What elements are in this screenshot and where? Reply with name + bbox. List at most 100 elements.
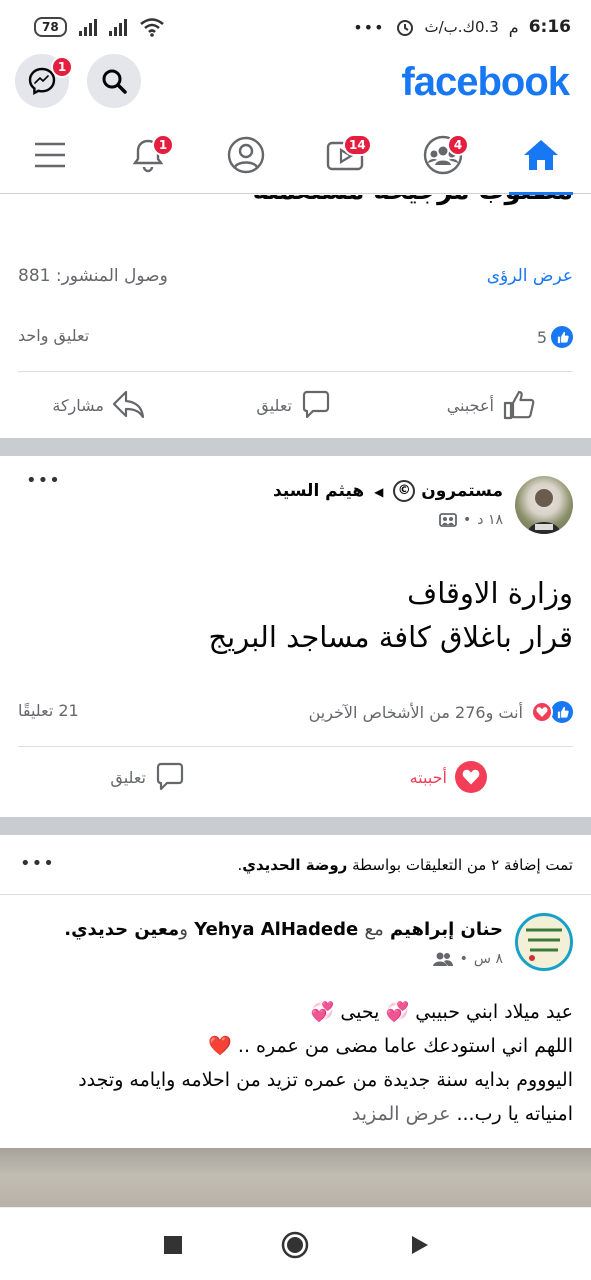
wifi-icon (139, 18, 164, 37)
tab-menu[interactable] (10, 116, 90, 194)
status-indicators: 78 (34, 17, 165, 37)
comment-icon (156, 762, 184, 791)
post-3-time[interactable]: ٨ س (474, 951, 503, 967)
reach-label: وصول المنشور: (55, 266, 168, 286)
like-reaction-icon (551, 701, 573, 723)
verified-icon: © (393, 480, 416, 502)
post-2-reactions[interactable]: أنت و276 من الأشخاص الآخرين (309, 701, 573, 723)
with-word: مع (364, 919, 384, 940)
loved-label: أحببته (409, 767, 447, 787)
groups-badge: 4 (447, 134, 469, 156)
post-3-author[interactable]: حنان إبراهيم (390, 919, 503, 940)
profile-icon (227, 136, 265, 174)
post-3-meta: ٨ س • (432, 951, 503, 967)
notifications-badge: 1 (152, 134, 174, 156)
share-button[interactable]: مشاركة (52, 389, 146, 421)
menu-icon (35, 142, 65, 168)
post-2-reactions-text: أنت و276 من الأشخاص الآخرين (308, 702, 523, 722)
see-more-link[interactable]: عرض المزيد (352, 1103, 451, 1125)
group-name[interactable]: مستمرون (421, 481, 503, 501)
search-button[interactable] (87, 54, 141, 108)
square-icon (164, 1236, 182, 1254)
post-2-avatar[interactable] (515, 476, 573, 534)
tab-watch[interactable]: 14 (305, 116, 385, 194)
tab-groups[interactable]: 4 (403, 116, 483, 194)
post-2: مستمرون © ◀ هيثم السيد ١٨ د • ••• وزارة … (0, 456, 591, 817)
insights-link[interactable]: عرض الرؤى (487, 266, 573, 286)
post-3-line-2: اللهم اني استودعك عاما مضى من عمره .. ❤️ (208, 1035, 573, 1057)
post-3-photo[interactable] (0, 1148, 591, 1207)
like-label: أعجبني (446, 395, 494, 415)
triangle-icon (412, 1236, 428, 1254)
post-3-line-3: اليوووم بدايه سنة جديدة من عمره تزيد من … (78, 1069, 573, 1091)
facebook-logo[interactable]: facebook (401, 60, 570, 105)
feed-divider (0, 438, 591, 456)
post-3-body: عيد ميلاد ابني حبيبي 💞 يحيى 💞 اللهم اني … (13, 995, 573, 1131)
post-2-more-button[interactable]: ••• (26, 470, 61, 491)
recents-button[interactable] (156, 1228, 190, 1262)
post-2-header: مستمرون © ◀ هيثم السيد (273, 480, 503, 502)
search-icon (102, 69, 127, 94)
comments-count[interactable]: تعليق واحد (18, 326, 89, 345)
added-by[interactable]: روضة الحديدي (242, 856, 347, 874)
tagged-user-2[interactable]: معين حديدي (71, 919, 179, 940)
love-reaction-icon (531, 701, 553, 723)
clock: 6:16 (528, 17, 571, 37)
post-2-line-2: قرار باغلاق كافة مساجد البريج (208, 620, 573, 654)
tab-profile[interactable] (206, 116, 286, 194)
tab-notifications[interactable]: 1 (108, 116, 188, 194)
messenger-button[interactable]: 1 (15, 54, 73, 108)
loved-button[interactable]: أحببته (410, 761, 487, 793)
post-2-comment-button[interactable]: تعليق (110, 761, 186, 793)
feed-divider (0, 817, 591, 835)
like-button[interactable]: أعجبني (447, 389, 536, 421)
like-icon (503, 390, 535, 420)
friends-icon (432, 952, 453, 966)
tab-bar: 1 14 4 (0, 116, 591, 195)
post-2-author[interactable]: هيثم السيد (273, 481, 364, 501)
comment-label: تعليق (256, 395, 292, 415)
post-2-comments-count[interactable]: 21 تعليقًا (18, 701, 79, 720)
separator (0, 894, 591, 895)
love-icon (455, 761, 487, 793)
post-3-header: حنان إبراهيم مع Yehya AlHadede ومعين حدي… (64, 919, 503, 940)
tab-home[interactable] (501, 116, 581, 195)
network-speed: 0.3ك.ب/ث (424, 18, 499, 36)
post-1-reactions[interactable]: 5 (537, 326, 573, 348)
home-system-button[interactable] (278, 1228, 312, 1262)
status-right: 6:16 م 0.3ك.ب/ث ••• (353, 17, 571, 37)
post-2-meta: ١٨ د • (439, 512, 503, 528)
news-feed[interactable]: مطلوب مرجيحة مستعملة عرض الرؤى وصول المن… (0, 195, 591, 1207)
reach-value: 881 (18, 266, 51, 286)
watch-badge: 14 (343, 134, 372, 156)
like-reaction-icon (551, 326, 573, 348)
post-1-title-cut: مطلوب مرجيحة مستعملة (253, 195, 573, 206)
post-3-more-button[interactable]: ••• (20, 853, 55, 874)
back-button[interactable] (403, 1228, 437, 1262)
separator (18, 371, 573, 372)
group-privacy-icon (439, 513, 457, 527)
status-bar: 78 6:16 م 0.3ك.ب/ث ••• (0, 0, 591, 54)
home-icon (524, 140, 558, 170)
tagged-user-1[interactable]: Yehya AlHadede (194, 919, 358, 940)
share-icon (112, 390, 145, 419)
post-1: مطلوب مرجيحة مستعملة عرض الرؤى وصول المن… (0, 195, 591, 438)
comment-icon (302, 390, 330, 419)
post-2-time[interactable]: ١٨ د (477, 512, 503, 528)
reactions-count: 5 (536, 327, 547, 347)
post-3-avatar[interactable] (515, 913, 573, 971)
ampm: م (508, 17, 519, 37)
circle-icon (281, 1231, 309, 1259)
alarm-icon (396, 20, 413, 36)
battery-indicator: 78 (34, 17, 67, 37)
post-3-line-1: عيد ميلاد ابني حبيبي 💞 يحيى 💞 (310, 1001, 573, 1023)
comment-label: تعليق (110, 767, 146, 787)
system-nav-bar (0, 1207, 591, 1280)
post-2-body: وزارة الاوقاف قرار باغلاق كافة مساجد الب… (208, 571, 573, 659)
post-2-line-1: وزارة الاوقاف (407, 576, 573, 610)
app-header: 1 facebook (0, 54, 591, 116)
comment-button[interactable]: تعليق (256, 389, 332, 421)
added-comments-notice: تمت إضافة ٢ من التعليقات بواسطة روضة الح… (237, 856, 573, 874)
signal-icon (78, 18, 97, 36)
separator (18, 746, 573, 747)
